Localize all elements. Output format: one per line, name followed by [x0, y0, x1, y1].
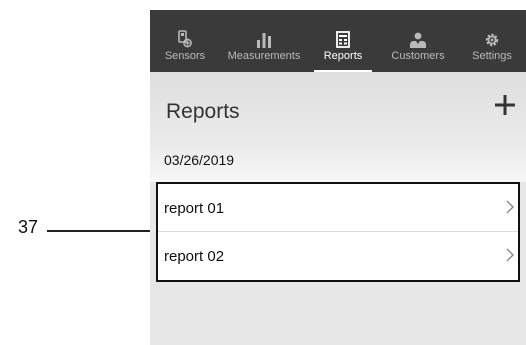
tab-settings[interactable]: Settings — [458, 10, 526, 72]
sensor-icon — [178, 30, 192, 48]
app-screen: Sensors Measurements Reports Customers S… — [150, 10, 526, 345]
gear-icon — [484, 30, 500, 48]
chevron-right-icon — [506, 200, 514, 219]
customers-icon — [409, 30, 427, 48]
callout-number: 37 — [18, 217, 39, 237]
tab-bar: Sensors Measurements Reports Customers S… — [150, 10, 526, 72]
report-row[interactable]: report 02 — [158, 232, 518, 279]
page-header: Reports — [150, 72, 526, 138]
add-report-button[interactable] — [490, 90, 520, 120]
bar-chart-icon — [256, 30, 272, 48]
report-row[interactable]: report 01 — [158, 184, 518, 231]
tab-label: Sensors — [164, 50, 206, 62]
tab-reports[interactable]: Reports — [308, 10, 378, 72]
callout-leader-line — [47, 230, 153, 232]
tab-label: Measurements — [227, 50, 301, 62]
tab-label: Reports — [323, 50, 363, 62]
section-date: 03/26/2019 — [164, 152, 235, 168]
page-title: Reports — [166, 100, 240, 123]
report-name: report 02 — [164, 248, 225, 265]
tab-sensors[interactable]: Sensors — [150, 10, 220, 72]
tab-customers[interactable]: Customers — [378, 10, 458, 72]
tab-label: Customers — [391, 50, 445, 62]
report-list: report 01 report 02 — [156, 182, 520, 282]
report-icon — [336, 30, 350, 48]
tab-measurements[interactable]: Measurements — [220, 10, 308, 72]
chevron-right-icon — [506, 248, 514, 267]
tab-label: Settings — [472, 50, 512, 62]
plus-icon — [495, 95, 515, 115]
date-section-header: 03/26/2019 — [150, 138, 526, 182]
report-name: report 01 — [164, 200, 225, 217]
